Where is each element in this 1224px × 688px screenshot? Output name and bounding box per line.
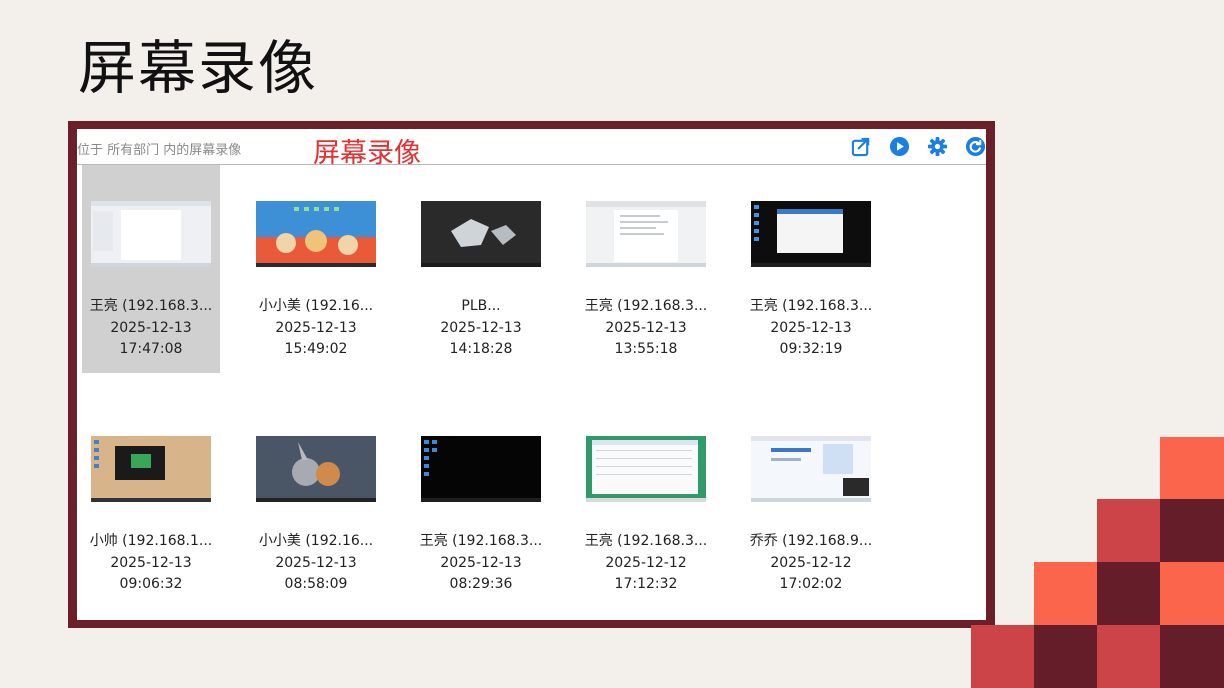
thumbnail-ice-wallpaper — [421, 201, 541, 267]
recording-date: 2025-12-13 — [440, 319, 522, 336]
tile-text: 小帅 (192.168.1... 2025-12-13 09:06:32 — [82, 531, 220, 596]
decorative-square — [1160, 625, 1224, 688]
recording-time: 08:29:36 — [449, 576, 513, 592]
recording-date: 2025-12-12 — [605, 554, 687, 571]
recording-time: 17:47:08 — [119, 341, 183, 357]
settings-gear-icon[interactable] — [927, 136, 948, 157]
recordings-grid: 王亮 (192.168.3... 2025-12-13 17:47:08 小小美… — [77, 165, 986, 620]
decorative-square — [1160, 499, 1224, 562]
tile-text: 王亮 (192.168.3... 2025-12-13 13:55:18 — [577, 296, 715, 361]
recording-name: PLB... — [461, 298, 501, 314]
recording-date: 2025-12-13 — [440, 554, 522, 571]
tile-text: 王亮 (192.168.3... 2025-12-13 17:47:08 — [82, 296, 220, 361]
recording-date: 2025-12-13 — [275, 554, 357, 571]
decorative-square — [1097, 562, 1161, 625]
tile-text: 王亮 (192.168.3... 2025-12-12 17:12:32 — [577, 531, 715, 596]
recording-name: 王亮 (192.168.3... — [89, 298, 213, 314]
recording-time: 09:06:32 — [119, 576, 183, 592]
recording-tile[interactable]: 王亮 (192.168.3... 2025-12-13 17:47:08 — [82, 165, 220, 373]
decorative-square — [971, 625, 1035, 688]
decorative-square — [1097, 625, 1161, 688]
recording-name: 王亮 (192.168.3... — [419, 533, 543, 549]
recording-tile[interactable]: 乔乔 (192.168.9... 2025-12-12 17:02:02 — [742, 400, 880, 608]
recording-tile[interactable]: 小小美 (192.16... 2025-12-13 15:49:02 — [247, 165, 385, 373]
recording-time: 09:32:19 — [779, 341, 843, 357]
recording-tile[interactable]: 王亮 (192.168.3... 2025-12-13 08:29:36 — [412, 400, 550, 608]
thumbnail-cartoon-wallpaper — [256, 436, 376, 502]
thumbnail-anime-desktop — [256, 201, 376, 267]
recording-name: 小小美 (192.16... — [258, 298, 374, 314]
recording-time: 17:02:02 — [779, 576, 843, 592]
recording-date: 2025-12-13 — [110, 319, 192, 336]
thumbnail-document-desktop — [91, 201, 211, 267]
tile-text: 王亮 (192.168.3... 2025-12-13 09:32:19 — [742, 296, 880, 361]
recording-tile[interactable]: PLB... 2025-12-13 14:18:28 — [412, 165, 550, 373]
recording-date: 2025-12-13 — [275, 319, 357, 336]
recording-name: 王亮 (192.168.3... — [749, 298, 873, 314]
thumbnail-document-editor — [586, 201, 706, 267]
slide-title: 屏幕录像 — [78, 34, 319, 102]
decorative-square — [1097, 499, 1161, 562]
thumbnail-dark-desktop-window — [751, 201, 871, 267]
recording-date: 2025-12-13 — [770, 319, 852, 336]
recording-tile[interactable]: 小小美 (192.16... 2025-12-13 08:58:09 — [247, 400, 385, 608]
recording-date: 2025-12-13 — [110, 554, 192, 571]
recording-time: 15:49:02 — [284, 341, 348, 357]
tile-text: 小小美 (192.16... 2025-12-13 15:49:02 — [247, 296, 385, 361]
thumbnail-web-page — [751, 436, 871, 502]
app-window-frame: 位于 所有部门 内的屏幕录像 屏幕录像 王亮 (192.168.3... 202… — [68, 121, 995, 628]
thumbnail-black-desktop — [421, 436, 541, 502]
recording-name: 小帅 (192.168.1... — [89, 533, 213, 549]
toolbar: 位于 所有部门 内的屏幕录像 屏幕录像 — [77, 129, 986, 169]
play-icon[interactable] — [889, 136, 910, 157]
recording-time: 08:58:09 — [284, 576, 348, 592]
toolbar-icons — [851, 136, 986, 157]
decorative-square — [1160, 437, 1224, 500]
recording-date: 2025-12-13 — [605, 319, 687, 336]
thumbnail-beige-desktop — [91, 436, 211, 502]
recordings-window: 位于 所有部门 内的屏幕录像 屏幕录像 王亮 (192.168.3... 202… — [77, 129, 986, 620]
recording-tile[interactable]: 小帅 (192.168.1... 2025-12-13 09:06:32 — [82, 400, 220, 608]
tile-text: 小小美 (192.16... 2025-12-13 08:58:09 — [247, 531, 385, 596]
recording-tile[interactable]: 王亮 (192.168.3... 2025-12-13 13:55:18 — [577, 165, 715, 373]
recording-name: 王亮 (192.168.3... — [584, 533, 708, 549]
recording-name: 小小美 (192.16... — [258, 533, 374, 549]
recording-tile[interactable]: 王亮 (192.168.3... 2025-12-12 17:12:32 — [577, 400, 715, 608]
recording-name: 王亮 (192.168.3... — [584, 298, 708, 314]
refresh-icon[interactable] — [965, 136, 986, 157]
recording-time: 14:18:28 — [449, 341, 513, 357]
recording-time: 17:12:32 — [614, 576, 678, 592]
tile-text: 乔乔 (192.168.9... 2025-12-12 17:02:02 — [742, 531, 880, 596]
recording-date: 2025-12-12 — [770, 554, 852, 571]
recording-time: 13:55:18 — [614, 341, 678, 357]
decorative-square — [1160, 562, 1224, 625]
recording-name: 乔乔 (192.168.9... — [749, 533, 873, 549]
tile-text: PLB... 2025-12-13 14:18:28 — [412, 296, 550, 361]
export-icon[interactable] — [851, 136, 872, 157]
tile-text: 王亮 (192.168.3... 2025-12-13 08:29:36 — [412, 531, 550, 596]
decorative-square — [1034, 625, 1098, 688]
thumbnail-spreadsheet-window — [586, 436, 706, 502]
recording-tile[interactable]: 王亮 (192.168.3... 2025-12-13 09:32:19 — [742, 165, 880, 373]
decorative-square — [1034, 562, 1098, 625]
breadcrumb: 位于 所有部门 内的屏幕录像 — [77, 143, 242, 158]
